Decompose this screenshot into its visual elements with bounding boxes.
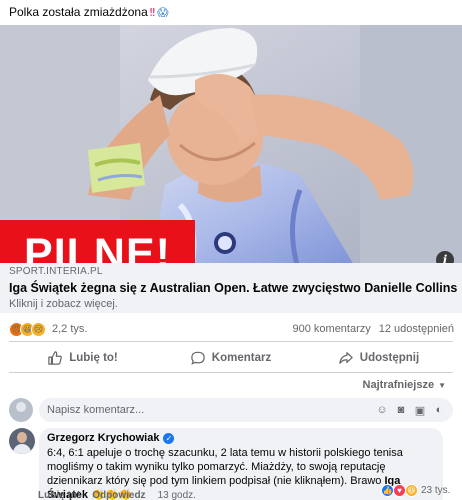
thumbs-up-icon [48,351,63,365]
like-button[interactable]: Lubię to! [9,346,157,370]
camera-icon[interactable]: ◙ [395,404,407,416]
comment-author-name[interactable]: Grzegorz Krychowiak [47,432,159,444]
reaction-icons[interactable]: 😠 😆 😢 [9,321,46,337]
reactions-count[interactable]: 2,2 tys. [52,323,87,335]
comment-reply-button[interactable]: Odpowiedz [92,490,145,500]
caption-text: Polka została zmiażdżona [9,5,148,19]
comment-reactions[interactable]: 👍 ♥ 😆 23 tys. [381,484,450,497]
like-label: Lubię to! [69,352,118,364]
post-stats: 😠 😆 😢 2,2 tys. 900 komentarzy 12 udostęp… [9,320,454,338]
link-title[interactable]: Iga Świątek żegna się z Australian Open.… [9,281,457,295]
link-preview[interactable]: SPORT.INTERIA.PL Iga Świątek żegna się z… [0,263,462,313]
divider [9,341,453,342]
shares-count[interactable]: 12 udostępnień [379,323,454,335]
post-image[interactable]: PILNE! [0,25,462,275]
share-label: Udostępnij [359,352,420,364]
comment-author: Grzegorz Krychowiak ✓ [47,432,435,444]
link-domain: SPORT.INTERIA.PL [9,266,103,277]
comment-reactions-count: 23 tys. [421,485,451,496]
comment-composer: Napisz komentarz... ☺ ◙ ▣ ◐ [9,397,453,423]
avatar[interactable] [9,398,33,422]
emoji-icon[interactable]: ☺ [376,404,388,416]
post-actions: Lubię to! Komentarz Udostępnij [9,346,453,370]
haha-reaction-icon: 😆 [405,484,418,497]
divider [9,372,453,373]
comment-label: Komentarz [211,352,272,364]
gif-icon[interactable]: ▣ [414,404,426,417]
share-button[interactable]: Udostępnij [305,346,453,370]
comment-time[interactable]: 13 godz. [158,490,196,500]
chevron-down-icon: ▼ [438,380,446,390]
verified-badge-icon: ✓ [163,432,175,444]
comment-sort-dropdown[interactable]: Najtrafniejsze ▼ [363,379,446,391]
comment-input[interactable]: Napisz komentarz... ☺ ◙ ▣ ◐ [39,398,453,422]
comments-count[interactable]: 900 komentarzy [293,323,371,335]
scream-emoji-icon: 😱 [157,5,169,19]
sort-label: Najtrafniejsze [362,379,435,391]
link-subtitle: Kliknij i zobacz więcej. [9,298,118,310]
double-exclamation-icon: ‼ [149,5,156,19]
post-caption: Polka została zmiażdżona ‼ 😱 [9,5,169,19]
comment-meta: Lubię to! Odpowiedz 13 godz. [38,490,196,500]
comment-input-placeholder: Napisz komentarz... [47,404,145,416]
comment-button[interactable]: Komentarz [157,346,305,370]
comment-body: 6:4, 6:1 apeluje o trochę szacunku, 2 la… [47,447,403,487]
avatar[interactable] [9,428,35,454]
sticker-icon[interactable]: ◐ [433,404,445,416]
share-arrow-icon [339,352,353,364]
sad-reaction-icon: 😢 [31,321,46,337]
comment-bubble-icon [191,351,205,365]
comment-like-button[interactable]: Lubię to! [38,490,80,500]
